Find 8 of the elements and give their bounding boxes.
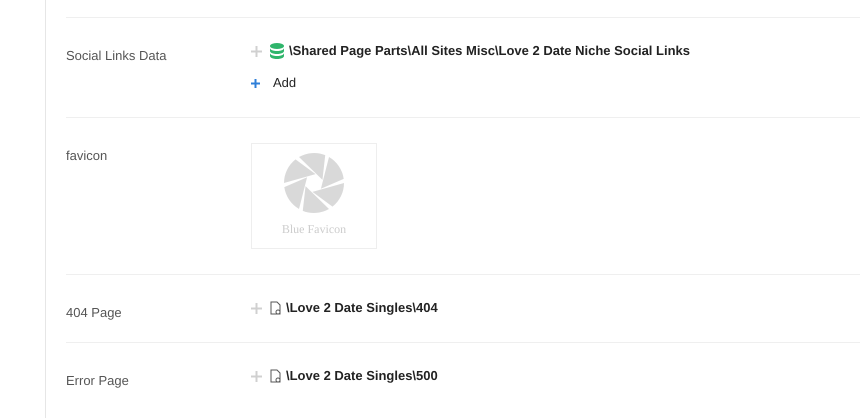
item-link[interactable]: \Shared Page Parts\All Sites Misc\Love 2 Date Niche Social Links bbox=[289, 41, 690, 61]
field-label: Social Links Data bbox=[66, 48, 166, 63]
field-label: favicon bbox=[66, 148, 108, 163]
item-link[interactable]: \Love 2 Date Singles\500 bbox=[286, 366, 438, 386]
item-link[interactable]: \Love 2 Date Singles\404 bbox=[286, 298, 438, 318]
field-label: Error Page bbox=[66, 373, 129, 388]
field-label: 404 Page bbox=[66, 305, 122, 320]
add-button[interactable]: Add bbox=[251, 73, 690, 93]
